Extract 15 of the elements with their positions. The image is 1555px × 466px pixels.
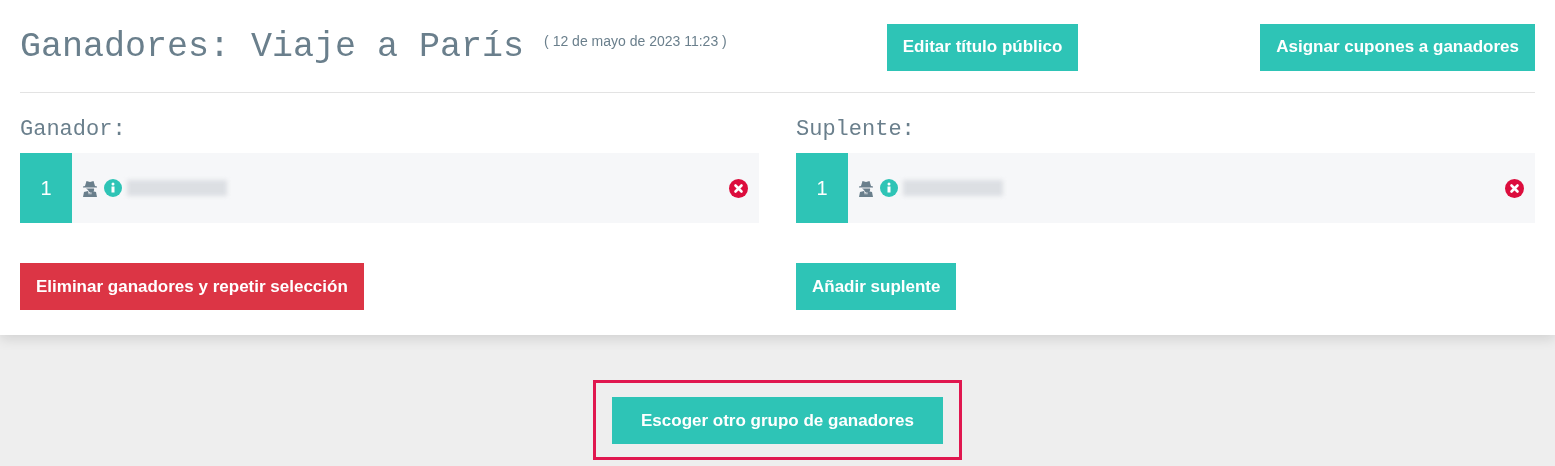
add-substitute-button[interactable]: Añadir suplente	[796, 263, 957, 310]
page-title: Ganadores: Viaje a París	[20, 25, 525, 69]
column-label: Ganador:	[20, 116, 126, 144]
spy-icon	[857, 179, 875, 197]
delete-winners-button[interactable]: Eliminar ganadores y repetir selección	[20, 263, 364, 310]
position-number: 1	[796, 153, 848, 223]
date-text: ( 12 de mayo de 2023 11:23 )	[544, 31, 727, 51]
remove-icon[interactable]	[729, 178, 748, 198]
position-number: 1	[20, 153, 72, 223]
remove-icon[interactable]	[1505, 178, 1524, 198]
choose-group-button[interactable]: Escoger otro grupo de ganadores	[612, 397, 943, 444]
edit-title-button[interactable]: Editar título público	[886, 23, 1079, 71]
spy-icon	[81, 179, 99, 197]
column-label: Suplente:	[796, 116, 915, 144]
assign-coupons-button[interactable]: Asignar cupones a ganadores	[1260, 23, 1535, 71]
